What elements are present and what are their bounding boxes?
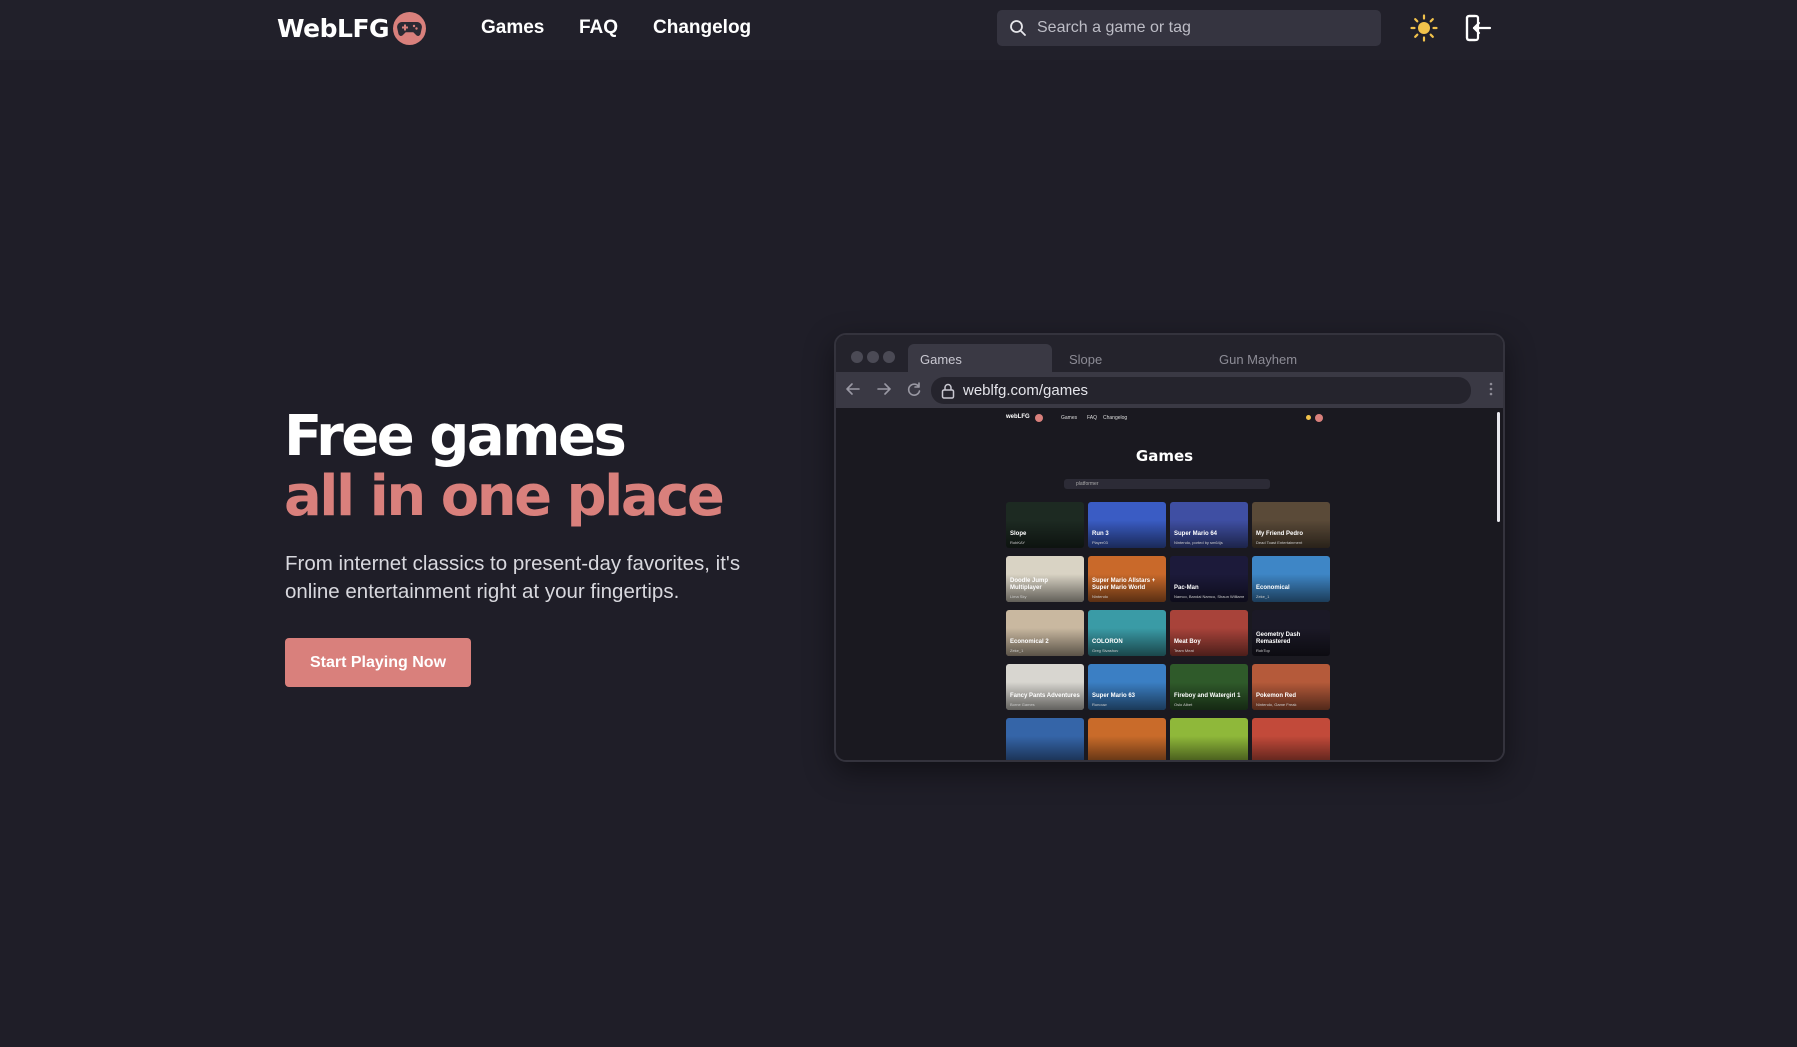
game-grid: Slope RobKAY Run 3 Player03 Super Mario 64 Ni… (1006, 502, 1330, 760)
game-card-title: Geometry Dash Remastered (1256, 632, 1301, 645)
game-card-author: Zeke_1 (1256, 594, 1270, 599)
mini-gamepad-icon (1035, 414, 1043, 422)
lock-icon (941, 383, 955, 399)
game-card (1252, 718, 1330, 760)
game-card: My Friend Pedro Dead Toast Entertainment (1252, 502, 1330, 548)
game-card-title: Pac-Man (1174, 585, 1199, 591)
hero-title-line1: Free games (284, 404, 627, 469)
game-card-title: Economical (1256, 585, 1290, 591)
game-card-title: Run 3 (1092, 531, 1109, 537)
nav-link-games[interactable]: Games (481, 17, 544, 39)
search-box[interactable] (997, 10, 1381, 46)
game-card: Meat Boy Team Meat (1170, 610, 1248, 656)
game-card-author: Zeke_1 (1010, 648, 1024, 653)
game-card-author: Runouw (1092, 702, 1107, 707)
browser-viewport: webLFG Games FAQ Changelog Games platfor… (836, 408, 1503, 760)
game-card-title: Super Mario Allstars + Super Mario World (1092, 578, 1156, 591)
mini-nav-link: FAQ (1087, 415, 1098, 421)
game-card: Pokemon Red Nintendo, Game Freak (1252, 664, 1330, 710)
game-card-title: Super Mario 63 (1092, 693, 1136, 699)
game-card-author: Borne Games (1010, 702, 1035, 707)
game-card: COLORON Greg Sivashov (1088, 610, 1166, 656)
game-card (1088, 718, 1166, 760)
top-navbar: WebLFG Games FAQ Changelog (0, 0, 1797, 60)
game-card-author: Lima Sky (1010, 594, 1027, 599)
login-icon[interactable] (1464, 13, 1492, 48)
brand-logo[interactable]: WebLFG (277, 11, 427, 45)
game-card: Super Mario Allstars + Super Mario World… (1088, 556, 1166, 602)
game-card: Run 3 Player03 (1088, 502, 1166, 548)
hero-subtitle: From internet classics to present-day fa… (285, 552, 741, 603)
game-card: Slope RobKAY (1006, 502, 1084, 548)
browser-preview: Games Slope Gun Mayhem weblfg.com/games … (834, 333, 1505, 762)
game-card-title: Super Mario 64 (1174, 531, 1218, 537)
game-card-author: Greg Sivashov (1092, 648, 1119, 653)
forward-arrow-icon (877, 383, 891, 395)
window-dot-icon (851, 351, 863, 363)
search-input[interactable] (1037, 19, 1357, 37)
theme-toggle-sun-icon[interactable] (1410, 14, 1438, 47)
game-card-title: Slope (1010, 531, 1027, 537)
game-card (1170, 718, 1248, 760)
mini-nav-link: Games (1061, 415, 1078, 421)
game-card (1006, 718, 1084, 760)
game-card-author: Nintendo, ported by sm64js (1174, 540, 1223, 545)
game-card-author: Nintendo (1092, 594, 1109, 599)
window-dot-icon (867, 351, 879, 363)
game-card-title: Economical 2 (1010, 639, 1049, 645)
scrollbar (1497, 412, 1500, 522)
browser-url-bar: weblfg.com/games (836, 372, 1503, 408)
start-playing-button[interactable]: Start Playing Now (285, 638, 471, 687)
hero-title-line2: all in one place (284, 464, 725, 529)
game-card-author: Team Meat (1174, 648, 1194, 653)
mini-brand-name: webLFG (1006, 414, 1030, 420)
reload-icon (907, 382, 921, 396)
gamepad-icon (393, 11, 427, 45)
mini-navbar: webLFG Games FAQ Changelog (1006, 414, 1306, 424)
game-card-title: Fancy Pants Adventures (1010, 693, 1080, 699)
browser-address-field: weblfg.com/games (931, 377, 1471, 404)
game-card-author: Nintendo, Game Freak (1256, 702, 1297, 707)
browser-tab-gun-mayhem: Gun Mayhem (1219, 352, 1298, 367)
game-card: Geometry Dash Remastered RobTop (1252, 610, 1330, 656)
game-card: Super Mario 64 Nintendo, ported by sm64js (1170, 502, 1248, 548)
game-card-title: COLORON (1092, 639, 1123, 645)
mini-sun-icon (1306, 415, 1311, 420)
search-icon (1010, 20, 1026, 36)
back-arrow-icon (846, 383, 860, 395)
game-card: Fireboy and Watergirl 1 Oslo Albet (1170, 664, 1248, 710)
game-card-author: Oslo Albet (1174, 702, 1193, 707)
game-card-title: My Friend Pedro (1256, 531, 1304, 537)
brand-name: WebLFG (277, 13, 390, 43)
mini-avatar-icon (1315, 414, 1323, 422)
game-card-author: RobKAY (1010, 540, 1026, 545)
game-card-author: Player03 (1092, 540, 1108, 545)
game-card: Pac-Man Namco, Bandai Namco, Shaun Willia… (1170, 556, 1248, 602)
browser-tab-games: Games (908, 344, 1052, 372)
game-card-author: Dead Toast Entertainment (1256, 540, 1303, 545)
window-dot-icon (883, 351, 895, 363)
browser-url-text: weblfg.com/games (963, 382, 1089, 399)
browser-tab-slope: Slope (1069, 352, 1103, 367)
game-card-title: Fireboy and Watergirl 1 (1174, 693, 1241, 699)
game-card: Fancy Pants Adventures Borne Games (1006, 664, 1084, 710)
game-card-author: RobTop (1256, 648, 1270, 653)
mini-nav-link: Changelog (1103, 415, 1128, 421)
mini-page-title: Games (1135, 447, 1194, 465)
game-card: Economical Zeke_1 (1252, 556, 1330, 602)
hero-title: Free games all in one place (284, 404, 725, 529)
game-card-title: Pokemon Red (1256, 693, 1297, 699)
game-card: Economical 2 Zeke_1 (1006, 610, 1084, 656)
game-card-title: Meat Boy (1174, 639, 1201, 645)
game-card-title: Doodle Jump Multiplayer (1010, 578, 1049, 591)
game-card-author: Namco, Bandai Namco, Shaun Williams (1174, 594, 1244, 599)
more-menu-icon (1489, 382, 1493, 396)
mini-search-field: platformer (1064, 479, 1270, 489)
nav-link-changelog[interactable]: Changelog (653, 17, 751, 39)
game-card: Super Mario 63 Runouw (1088, 664, 1166, 710)
game-card: Doodle Jump Multiplayer Lima Sky (1006, 556, 1084, 602)
nav-link-faq[interactable]: FAQ (579, 17, 618, 39)
browser-tab-bar: Games Slope Gun Mayhem (836, 335, 1503, 372)
